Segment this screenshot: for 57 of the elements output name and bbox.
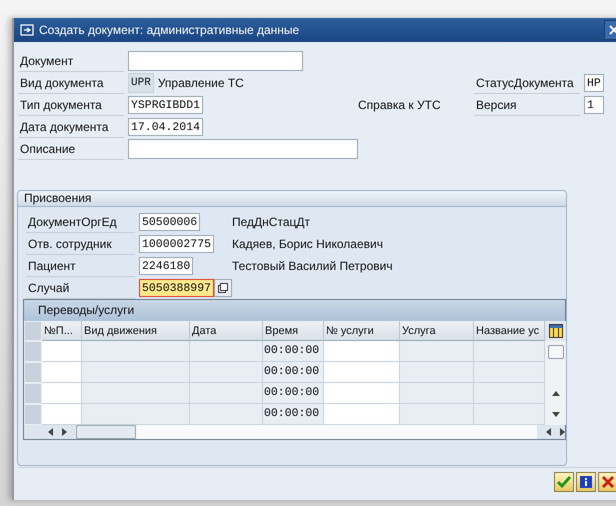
table-cell: 00:00:00 <box>263 362 324 383</box>
field-label: Тип документа <box>18 94 124 116</box>
field-label: Пациент <box>26 256 135 276</box>
input-field[interactable]: 5050388997 <box>139 279 214 297</box>
input-field[interactable] <box>128 51 303 71</box>
field-label: Отв. сотрудник <box>26 234 135 254</box>
value-help-button[interactable] <box>214 279 232 297</box>
info-button[interactable] <box>576 472 596 492</box>
table-title: Переводы/услуги <box>24 300 565 321</box>
column-settings-icon[interactable] <box>545 321 566 341</box>
scroll-thumb[interactable] <box>76 425 136 439</box>
input-field[interactable]: 17.04.2014 <box>128 118 204 136</box>
scroll-left-icon[interactable] <box>48 428 53 436</box>
table-cell: 00:00:00 <box>263 383 324 404</box>
window-title: Создать документ: административные данные <box>39 23 300 37</box>
field-label: ДокументОргЕд <box>26 212 135 232</box>
field-label: Описание <box>18 138 124 160</box>
field-label: Дата документа <box>18 116 124 138</box>
table-cell: 00:00:00 <box>263 341 324 362</box>
column-header[interactable]: Вид движения <box>82 321 190 341</box>
input-field[interactable]: YSPRGIBDD1 <box>128 96 204 114</box>
scroll-right-icon[interactable] <box>62 428 67 436</box>
scroll-right-icon[interactable] <box>560 428 565 436</box>
column-header[interactable]: №П... <box>42 321 82 341</box>
input-field[interactable]: 2246180 <box>139 257 194 275</box>
scroll-thumb[interactable] <box>548 344 564 358</box>
input-field[interactable] <box>128 139 358 159</box>
select-all-cell[interactable] <box>24 321 42 341</box>
field-label: Вид документа <box>18 72 124 94</box>
scroll-left-icon[interactable] <box>546 428 551 436</box>
input-field[interactable]: 1000002775 <box>139 235 214 253</box>
close-icon <box>609 25 616 35</box>
field-text: Тестовый Василий Петрович <box>232 259 394 273</box>
scroll-up-icon[interactable] <box>552 391 560 396</box>
column-header[interactable]: Название ус <box>474 321 545 341</box>
code-field: UPR <box>128 73 154 93</box>
column-header[interactable]: Услуга <box>400 321 474 341</box>
input-field[interactable]: 50500006 <box>139 213 200 231</box>
copy-icon <box>218 283 228 293</box>
document-icon <box>20 24 34 36</box>
cancel-button[interactable] <box>598 472 616 492</box>
column-header[interactable]: Дата <box>190 321 263 341</box>
field-text: ПедДнСтацДт <box>232 215 311 229</box>
field-label: Документ <box>18 50 124 72</box>
field-text: Управление ТС <box>158 76 244 90</box>
confirm-button[interactable] <box>554 472 574 492</box>
input-field[interactable]: 1 <box>584 96 604 114</box>
field-label: СтатусДокумента <box>474 72 580 94</box>
column-header[interactable]: Время <box>263 321 324 341</box>
scroll-down-icon[interactable] <box>552 412 560 417</box>
input-field[interactable]: HP <box>584 74 604 92</box>
field-label: Версия <box>474 94 580 116</box>
column-header[interactable]: № услуги <box>324 321 400 341</box>
field-text: Справка к УТС <box>358 98 442 112</box>
table-cell: 00:00:00 <box>263 404 324 425</box>
field-text: Кадяев, Борис Николаевич <box>232 237 384 251</box>
group-title: Присвоения <box>18 191 566 207</box>
